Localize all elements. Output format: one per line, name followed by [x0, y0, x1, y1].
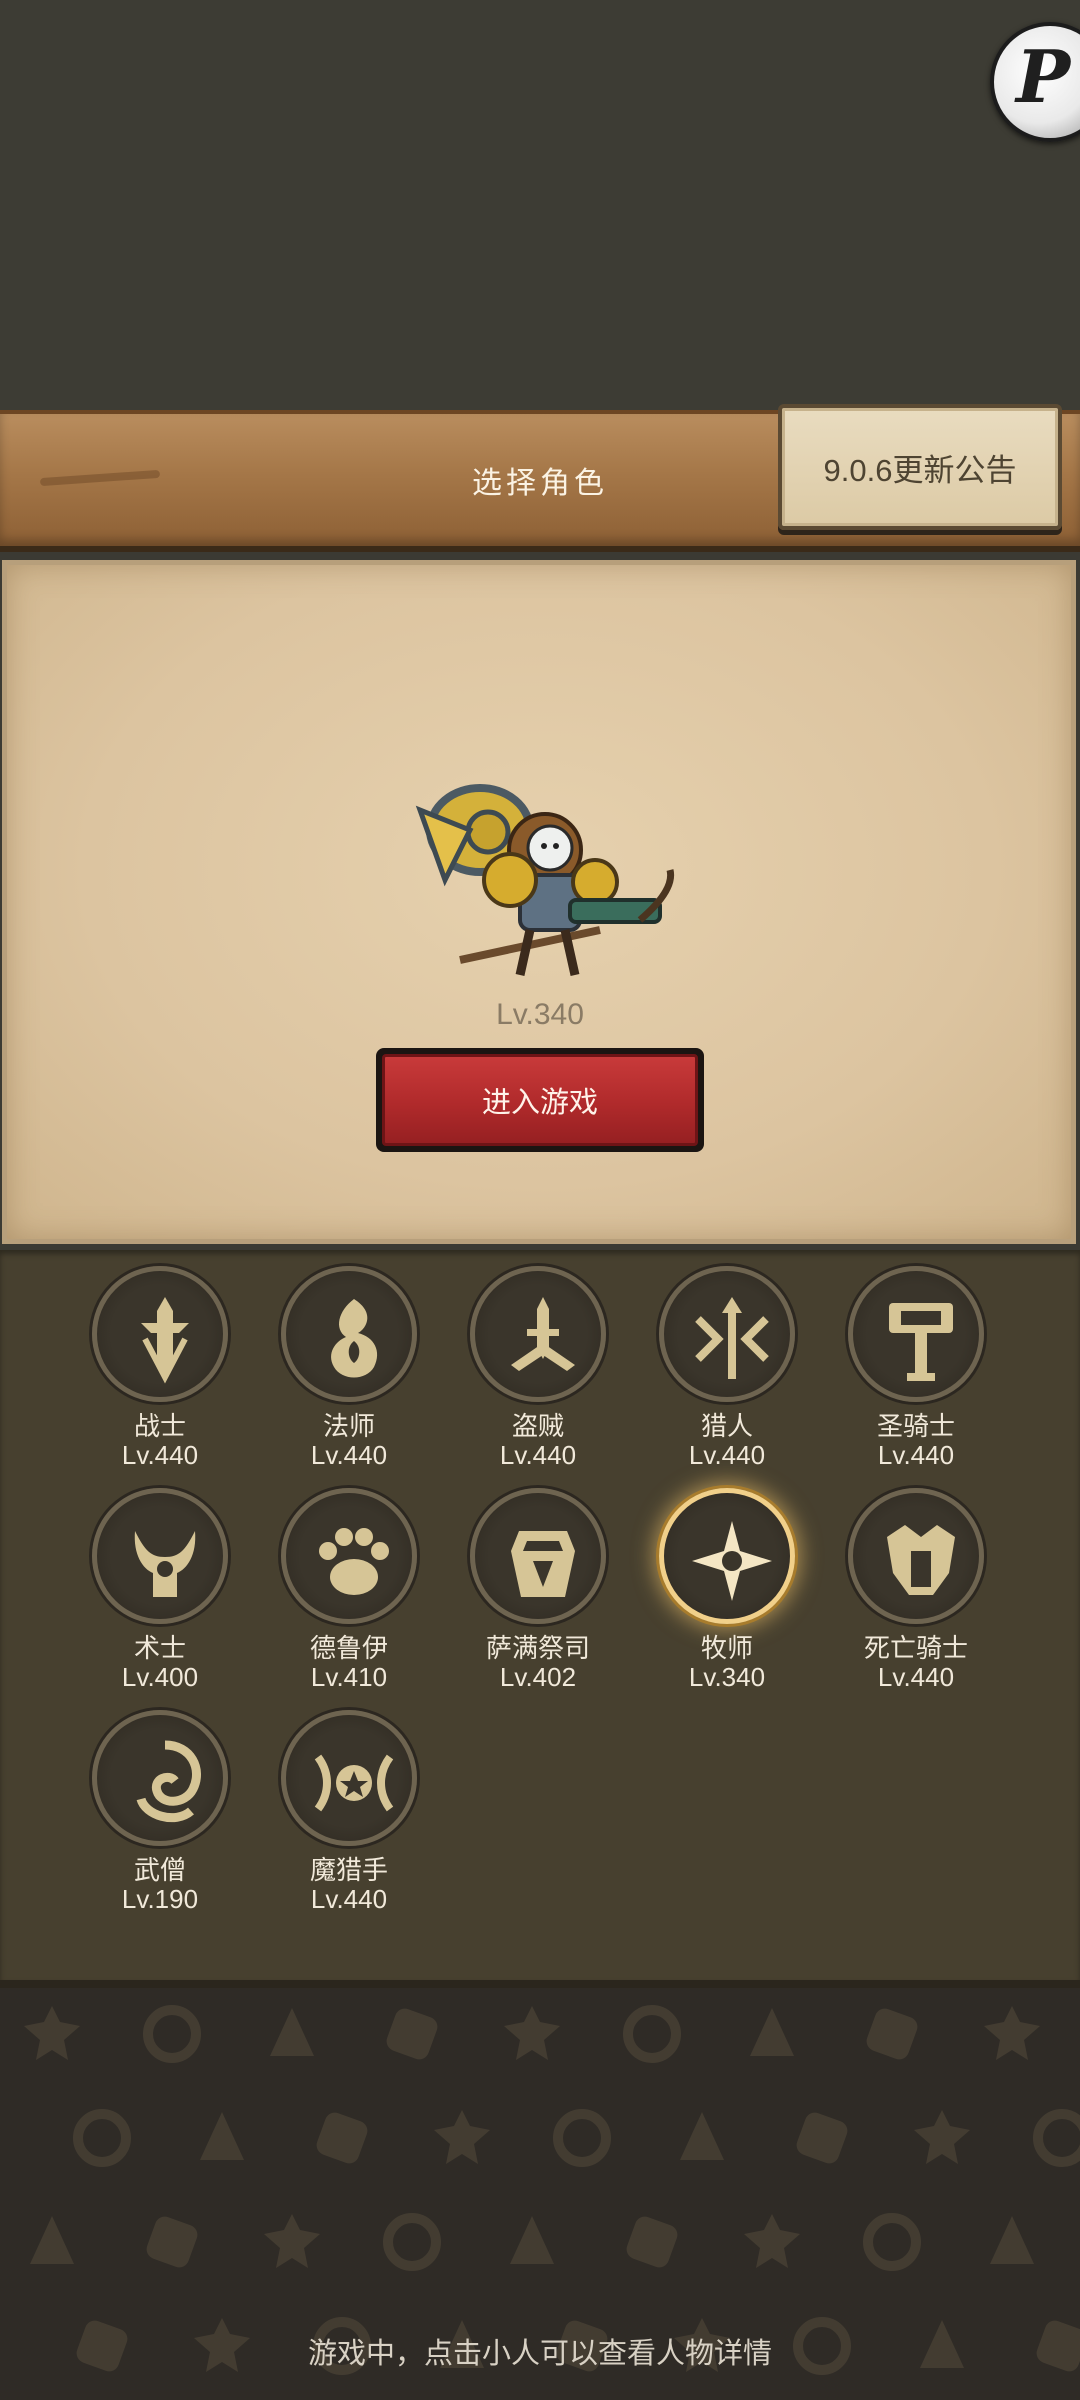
- background-pattern-icon: [1033, 2109, 1080, 2167]
- class-icon-frame[interactable]: [281, 1488, 417, 1624]
- background-pattern-icon: [510, 2216, 554, 2264]
- class-level: Lv.440: [877, 1662, 955, 1692]
- class-level: Lv.440: [877, 1440, 955, 1470]
- class-icon-frame[interactable]: [281, 1710, 417, 1846]
- background-pattern-icon: [623, 2005, 681, 2063]
- class-name: 战士: [133, 1411, 186, 1441]
- class-icon-frame[interactable]: [92, 1266, 228, 1402]
- background-pattern-icon: [264, 2214, 320, 2268]
- hero-figure: [415, 784, 675, 976]
- class-level: Lv.440: [310, 1440, 388, 1470]
- background-pattern-icon: [270, 2008, 314, 2056]
- badge-glyph: P: [1016, 34, 1071, 119]
- demon-icon: [134, 1531, 196, 1597]
- background-pattern-icon: [504, 2006, 560, 2060]
- helm-icon: [887, 1525, 955, 1595]
- class-name: 魔猎手: [309, 1855, 388, 1885]
- update-notice-button[interactable]: 9.0.6更新公告: [778, 404, 1062, 530]
- background-pattern-icon: [680, 2112, 724, 2160]
- background-pattern-icon: [553, 2109, 611, 2167]
- class-name: 猎人: [700, 1411, 753, 1441]
- class-icon-frame[interactable]: [470, 1266, 606, 1402]
- background-pattern-icon: [984, 2006, 1040, 2060]
- selected-character-level: Lv.340: [496, 998, 584, 1031]
- background-pattern-icon: [146, 2216, 198, 2268]
- background-pattern-icon: [796, 2112, 848, 2164]
- class-level: Lv.190: [121, 1884, 199, 1914]
- class-name: 圣骑士: [876, 1411, 955, 1441]
- class-name: 术士: [133, 1633, 186, 1663]
- class-icon-frame[interactable]: [470, 1488, 606, 1624]
- hammer-icon: [889, 1303, 953, 1381]
- class-level: Lv.440: [310, 1884, 388, 1914]
- class-icon-frame[interactable]: [659, 1488, 795, 1624]
- class-icon-frame[interactable]: [281, 1266, 417, 1402]
- daggers-icon: [511, 1297, 575, 1371]
- class-name: 法师: [322, 1411, 375, 1441]
- background-pattern-icon: [434, 2110, 490, 2164]
- swirl-icon: [136, 1740, 201, 1823]
- class-level: Lv.440: [121, 1440, 199, 1470]
- hero-character[interactable]: [400, 770, 700, 1000]
- background-pattern-icon: [73, 2109, 131, 2167]
- class-name: 武僧: [133, 1855, 186, 1885]
- background-pattern-icon: [143, 2005, 201, 2063]
- class-level: Lv.402: [499, 1662, 577, 1692]
- class-level: Lv.400: [121, 1662, 199, 1692]
- class-icon-frame[interactable]: [848, 1266, 984, 1402]
- totem-icon: [511, 1531, 575, 1597]
- background-pattern-icon: [750, 2008, 794, 2056]
- class-icon-frame[interactable]: [659, 1266, 795, 1402]
- background-pattern-icon: [30, 2216, 74, 2264]
- footer-hint: 游戏中，点击小人可以查看人物详情: [307, 2338, 772, 2370]
- class-level: Lv.440: [499, 1440, 577, 1470]
- class-name: 德鲁伊: [309, 1633, 388, 1663]
- arrows-icon: [695, 1297, 769, 1379]
- background-pattern-icon: [383, 2213, 441, 2271]
- background-pattern-icon: [386, 2008, 438, 2060]
- background-pattern-icon: [316, 2112, 368, 2164]
- class-name: 萨满祭司: [485, 1633, 590, 1663]
- class-level: Lv.410: [310, 1662, 388, 1692]
- enter-game-button-face: 进入游戏: [382, 1054, 698, 1146]
- background-pattern-icon: [744, 2214, 800, 2268]
- background-pattern-icon: [626, 2216, 678, 2268]
- enter-game-label: 进入游戏: [481, 1087, 598, 1119]
- sword-icon: [141, 1297, 189, 1384]
- class-icon-frame[interactable]: [92, 1710, 228, 1846]
- wings-star-icon: [314, 1754, 394, 1812]
- paw-icon: [319, 1528, 389, 1595]
- flame-icon: [331, 1299, 378, 1378]
- class-level: Lv.340: [688, 1662, 766, 1692]
- class-name: 盗贼: [511, 1411, 564, 1441]
- class-name: 牧师: [700, 1633, 753, 1663]
- class-level: Lv.440: [688, 1440, 766, 1470]
- background-pattern-icon: [24, 2006, 80, 2060]
- background-pattern-icon: [200, 2112, 244, 2160]
- star-burst-icon: [692, 1521, 772, 1601]
- class-name: 死亡骑士: [863, 1633, 968, 1663]
- background-pattern-icon: [990, 2216, 1034, 2264]
- background-pattern-icon: [866, 2008, 918, 2060]
- background-pattern-icon: [914, 2110, 970, 2164]
- top-backdrop: [0, 0, 1080, 410]
- background-pattern-icon: [863, 2213, 921, 2271]
- class-icon-frame[interactable]: [92, 1488, 228, 1624]
- page-title: 选择角色: [472, 466, 608, 501]
- update-notice-label: 9.0.6更新公告: [823, 452, 1017, 488]
- class-icon-frame[interactable]: [848, 1488, 984, 1624]
- enter-game-button[interactable]: 进入游戏: [376, 1048, 704, 1152]
